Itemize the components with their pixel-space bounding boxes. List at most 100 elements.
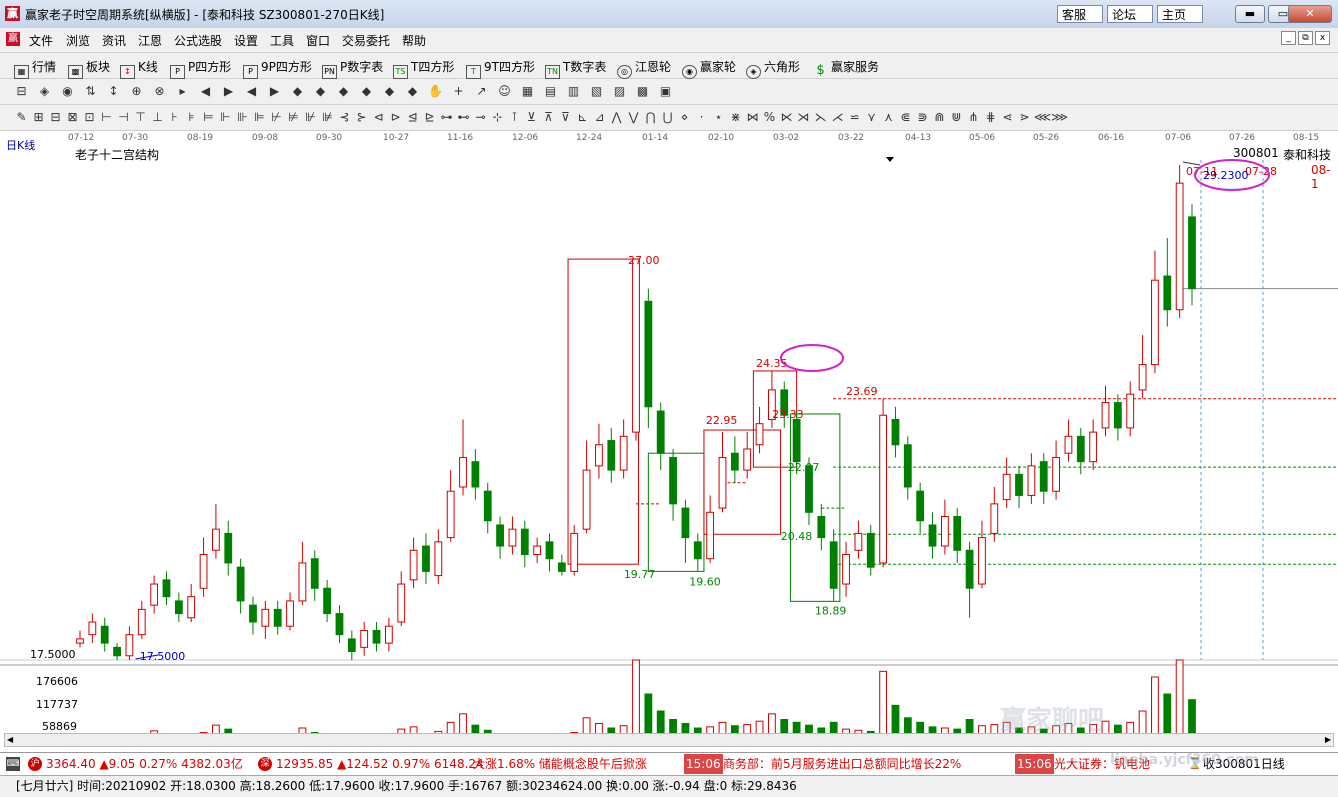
tb1-tool-10-icon[interactable]: ◀	[244, 84, 259, 99]
tb2-tool-2-icon[interactable]: ⊟	[48, 110, 63, 125]
nav-service[interactable]: $ 赢家服务	[813, 58, 879, 79]
minimize-button[interactable]: ▬	[1235, 5, 1265, 23]
tb2-tool-25-icon[interactable]: ⊶	[439, 110, 454, 125]
tb1-tool-6-icon[interactable]: ⊗	[152, 84, 167, 99]
tb2-tool-1-icon[interactable]: ⊞	[31, 110, 46, 125]
tb1-tool-26-icon[interactable]: ▨	[612, 84, 627, 99]
nav-sectors[interactable]: ▩ 板块	[68, 58, 110, 79]
menu-browse[interactable]: 浏览	[66, 32, 90, 49]
tb2-tool-48-icon[interactable]: ⋌	[830, 110, 845, 125]
tb2-tool-51-icon[interactable]: ⋏	[881, 110, 896, 125]
tb1-tool-17-icon[interactable]: ◆	[405, 84, 420, 99]
tb2-tool-53-icon[interactable]: ⋑	[915, 110, 930, 125]
dropdown-arrow-icon[interactable]	[886, 157, 894, 162]
tb2-tool-55-icon[interactable]: ⋓	[949, 110, 964, 125]
tb2-tool-61-icon[interactable]: ⋙	[1051, 110, 1068, 125]
nav-quotes[interactable]: ▦ 行情	[14, 58, 56, 79]
tb1-tool-24-icon[interactable]: ▥	[566, 84, 581, 99]
home-link[interactable]: 主页	[1157, 5, 1203, 23]
tb2-tool-15-icon[interactable]: ⊬	[269, 110, 284, 125]
tb2-tool-33-icon[interactable]: ⊾	[575, 110, 590, 125]
nav-p-square[interactable]: P P四方形	[170, 58, 231, 79]
menu-trade[interactable]: 交易委托	[342, 32, 390, 49]
tb2-tool-8-icon[interactable]: ⊥	[150, 110, 165, 125]
tb2-tool-60-icon[interactable]: ⋘	[1034, 110, 1051, 125]
tb2-tool-46-icon[interactable]: ⋊	[796, 110, 811, 125]
tb2-tool-54-icon[interactable]: ⋒	[932, 110, 947, 125]
horizontal-scrollbar[interactable]: ◀ ▶	[4, 733, 1334, 747]
tb2-tool-49-icon[interactable]: ⋍	[847, 110, 862, 125]
menu-file[interactable]: 文件	[29, 32, 53, 49]
tb2-tool-9-icon[interactable]: ⊦	[167, 110, 182, 125]
tb1-tool-22-icon[interactable]: ▦	[520, 84, 535, 99]
menu-gann[interactable]: 江恩	[138, 32, 162, 49]
tb1-tool-12-icon[interactable]: ◆	[290, 84, 305, 99]
tb2-tool-18-icon[interactable]: ⊯	[320, 110, 335, 125]
tb2-tool-16-icon[interactable]: ⊭	[286, 110, 301, 125]
nav-9t-square[interactable]: T 9T四方形	[466, 58, 535, 79]
tb2-tool-56-icon[interactable]: ⋔	[966, 110, 981, 125]
tb2-tool-3-icon[interactable]: ⊠	[65, 110, 80, 125]
tb2-tool-45-icon[interactable]: ⋉	[779, 110, 794, 125]
tb2-tool-4-icon[interactable]: ⊡	[82, 110, 97, 125]
nav-winner-wheel[interactable]: ◉ 赢家轮	[682, 58, 736, 79]
tb1-tool-0-icon[interactable]: ⊟	[14, 84, 29, 99]
tb2-tool-20-icon[interactable]: ⊱	[354, 110, 369, 125]
tb2-tool-52-icon[interactable]: ⋐	[898, 110, 913, 125]
tb1-tool-15-icon[interactable]: ◆	[359, 84, 374, 99]
tb1-tool-14-icon[interactable]: ◆	[336, 84, 351, 99]
nav-hexagon[interactable]: ◈ 六角形	[746, 58, 800, 79]
tb2-tool-32-icon[interactable]: ⊽	[558, 110, 573, 125]
tb2-tool-47-icon[interactable]: ⋋	[813, 110, 828, 125]
tb1-tool-28-icon[interactable]: ▣	[658, 84, 673, 99]
menu-settings[interactable]: 设置	[234, 32, 258, 49]
menu-formula[interactable]: 公式选股	[174, 32, 222, 49]
news-item-1[interactable]: 大涨1.68% 储能概念股午后掀涨	[473, 754, 647, 774]
tb1-tool-19-icon[interactable]: +	[451, 84, 466, 99]
tb2-tool-22-icon[interactable]: ⊳	[388, 110, 403, 125]
nav-t-number[interactable]: TN T数字表	[545, 58, 606, 79]
tb2-tool-14-icon[interactable]: ⊫	[252, 110, 267, 125]
tb2-tool-57-icon[interactable]: ⋕	[983, 110, 998, 125]
tb2-tool-17-icon[interactable]: ⊮	[303, 110, 318, 125]
tb2-tool-29-icon[interactable]: ⊺	[507, 110, 522, 125]
close-button[interactable]: ✕	[1288, 5, 1332, 23]
tb2-tool-23-icon[interactable]: ⊴	[405, 110, 420, 125]
tb2-tool-42-icon[interactable]: ⋇	[728, 110, 743, 125]
mdi-close-button[interactable]: x	[1315, 31, 1330, 45]
tb1-tool-4-icon[interactable]: ↕	[106, 84, 121, 99]
tb2-tool-38-icon[interactable]: ⋃	[660, 110, 675, 125]
tb2-tool-10-icon[interactable]: ⊧	[184, 110, 199, 125]
tb2-tool-0-icon[interactable]: ✎	[14, 110, 29, 125]
tb2-tool-5-icon[interactable]: ⊢	[99, 110, 114, 125]
menu-tools[interactable]: 工具	[270, 32, 294, 49]
tb2-tool-12-icon[interactable]: ⊩	[218, 110, 233, 125]
scroll-left-icon[interactable]: ◀	[7, 735, 13, 744]
tb1-tool-27-icon[interactable]: ▩	[635, 84, 650, 99]
keyboard-icon[interactable]: ⌨	[6, 757, 20, 771]
tb2-tool-39-icon[interactable]: ⋄	[677, 110, 692, 125]
tb2-tool-36-icon[interactable]: ⋁	[626, 110, 641, 125]
tb2-tool-35-icon[interactable]: ⋀	[609, 110, 624, 125]
nav-gann-wheel[interactable]: ◎ 江恩轮	[617, 58, 671, 79]
tb1-tool-3-icon[interactable]: ⇅	[83, 84, 98, 99]
tb1-tool-9-icon[interactable]: ▶	[221, 84, 236, 99]
tb2-tool-40-icon[interactable]: ⋅	[694, 110, 709, 125]
nav-9p-square[interactable]: P 9P四方形	[243, 58, 312, 79]
tb2-tool-43-icon[interactable]: ⋈	[745, 110, 760, 125]
tb2-tool-34-icon[interactable]: ⊿	[592, 110, 607, 125]
tb2-tool-11-icon[interactable]: ⊨	[201, 110, 216, 125]
tb1-tool-21-icon[interactable]: ☺	[497, 84, 512, 99]
tb2-tool-50-icon[interactable]: ⋎	[864, 110, 879, 125]
tb2-tool-28-icon[interactable]: ⊹	[490, 110, 505, 125]
menu-info[interactable]: 资讯	[102, 32, 126, 49]
tb1-tool-8-icon[interactable]: ◀	[198, 84, 213, 99]
tb1-tool-13-icon[interactable]: ◆	[313, 84, 328, 99]
tb2-tool-59-icon[interactable]: ⋗	[1017, 110, 1032, 125]
tb2-tool-19-icon[interactable]: ⊰	[337, 110, 352, 125]
tb2-tool-24-icon[interactable]: ⊵	[422, 110, 437, 125]
tb1-tool-1-icon[interactable]: ◈	[37, 84, 52, 99]
nav-t-square[interactable]: TS T四方形	[393, 58, 454, 79]
forum-link[interactable]: 论坛	[1107, 5, 1153, 23]
scroll-right-icon[interactable]: ▶	[1325, 735, 1331, 744]
